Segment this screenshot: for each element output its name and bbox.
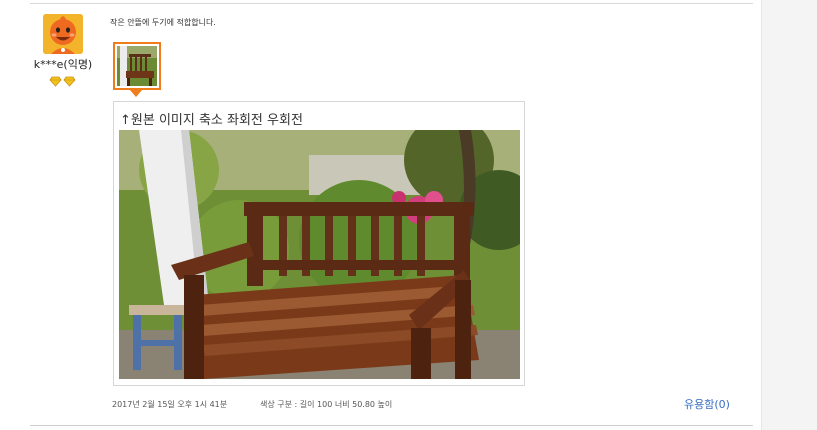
image-viewer: ↑원본 이미지 축소 좌회전 우회전 bbox=[113, 101, 525, 386]
bottom-divider bbox=[30, 425, 753, 426]
reviewer-grade bbox=[49, 76, 79, 88]
right-gutter bbox=[761, 0, 817, 430]
diamond-icon bbox=[63, 76, 76, 87]
review-photo-thumbnail[interactable] bbox=[113, 42, 161, 90]
image-viewer-caption[interactable]: ↑원본 이미지 축소 좌회전 우회전 bbox=[120, 109, 303, 128]
review-photo-large[interactable] bbox=[119, 130, 520, 379]
review-product-option: 색상 구분 : 길이 100 너비 50.80 높이 bbox=[260, 400, 393, 409]
thumbnail-selected-pointer bbox=[130, 90, 142, 97]
reviewer-name: k***e(익명) bbox=[33, 58, 93, 71]
review-text: 작은 안뜰에 두기에 적합합니다. bbox=[110, 18, 216, 27]
diamond-icon bbox=[49, 76, 62, 87]
avatar-character-icon bbox=[43, 14, 83, 54]
top-divider bbox=[30, 3, 753, 4]
helpful-button[interactable]: 유용함(0) bbox=[684, 396, 730, 412]
wooden-bench-photo bbox=[119, 130, 520, 379]
bench-thumbnail-image bbox=[117, 46, 157, 86]
reviewer-avatar bbox=[43, 14, 83, 54]
review-date: 2017년 2월 15일 오후 1시 41분 bbox=[112, 400, 228, 409]
